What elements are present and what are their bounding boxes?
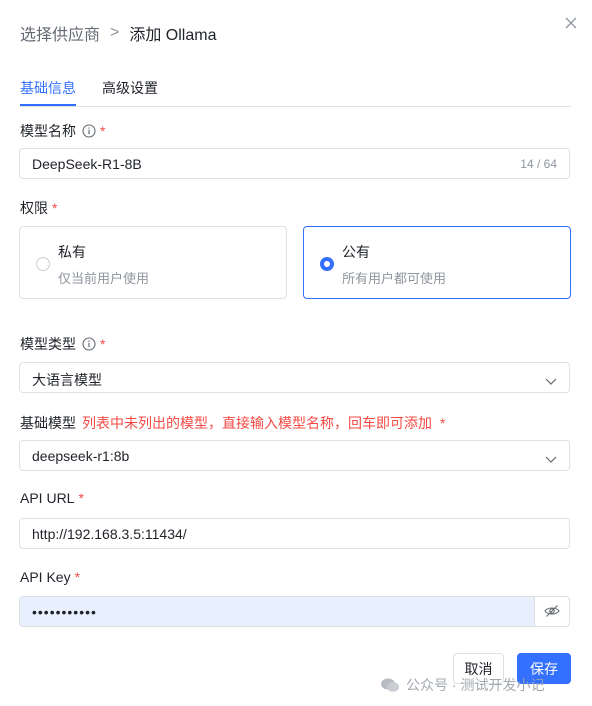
add-model-dialog: 选择供应商 > 添加 Ollama 基础信息 高级设置 模型名称 * DeepS… (0, 0, 592, 706)
permission-option-public[interactable]: 公有 所有用户都可使用 (303, 226, 571, 299)
chevron-down-icon[interactable] (545, 373, 557, 385)
api-key-input[interactable]: ••••••••••• (19, 596, 570, 627)
eye-off-icon[interactable] (534, 597, 569, 626)
required-mark: * (100, 123, 106, 139)
model-name-value[interactable]: DeepSeek-R1-8B (32, 156, 142, 172)
breadcrumb-separator: > (110, 24, 120, 41)
base-model-hint: 列表中未列出的模型，直接输入模型名称，回车即可添加 (82, 415, 432, 431)
api-url-value[interactable]: http://192.168.3.5:11434/ (32, 526, 187, 542)
base-model-label-text: 基础模型 (20, 415, 76, 431)
option-title: 公有 (342, 244, 370, 260)
info-icon[interactable] (82, 124, 96, 138)
chevron-down-icon[interactable] (545, 451, 557, 463)
radio-checked-icon[interactable] (320, 257, 334, 271)
api-url-label-text: API URL (20, 490, 75, 506)
option-description: 仅当前用户使用 (58, 271, 150, 286)
model-type-value: 大语言模型 (32, 372, 102, 388)
option-title: 私有 (58, 244, 86, 260)
radio-unchecked-icon[interactable] (36, 257, 50, 271)
base-model-value[interactable]: deepseek-r1:8b (32, 448, 129, 464)
wechat-icon (380, 677, 400, 693)
option-description: 所有用户都可使用 (342, 271, 447, 286)
api-url-input[interactable]: http://192.168.3.5:11434/ (19, 518, 570, 549)
model-name-label-text: 模型名称 (20, 123, 76, 139)
api-key-value[interactable]: ••••••••••• (32, 604, 97, 620)
required-mark: * (100, 336, 106, 352)
breadcrumb-select-provider[interactable]: 选择供应商 (20, 21, 100, 45)
model-name-label: 模型名称 * (20, 121, 105, 141)
watermark: 公众号 · 测试开发小记 (380, 675, 544, 695)
model-type-label: 模型类型 * (20, 334, 105, 354)
breadcrumb-current: 添加 Ollama (129, 27, 217, 44)
api-key-label-text: API Key (20, 569, 71, 585)
permission-option-private[interactable]: 私有 仅当前用户使用 (19, 226, 287, 299)
model-name-input[interactable]: DeepSeek-R1-8B 14 / 64 (19, 148, 570, 179)
watermark-text: 公众号 · 测试开发小记 (406, 677, 545, 693)
close-icon[interactable] (562, 14, 580, 32)
base-model-label: 基础模型 列表中未列出的模型，直接输入模型名称，回车即可添加 * (20, 413, 445, 433)
info-icon[interactable] (82, 337, 96, 351)
base-model-select[interactable]: deepseek-r1:8b (19, 440, 570, 471)
required-mark: * (78, 490, 84, 506)
permission-label: 权限 * (20, 198, 57, 218)
api-key-label: API Key * (20, 569, 80, 585)
api-url-label: API URL * (20, 490, 84, 506)
tab-basic-info[interactable]: 基础信息 (20, 78, 76, 106)
tab-advanced-settings[interactable]: 高级设置 (102, 78, 158, 98)
required-mark: * (74, 569, 81, 585)
required-mark: * (440, 415, 446, 431)
permission-label-text: 权限 (20, 200, 48, 216)
model-type-label-text: 模型类型 (20, 336, 76, 352)
required-mark: * (52, 200, 58, 216)
model-type-select[interactable]: 大语言模型 (19, 362, 570, 393)
tab-bar: 基础信息 高级设置 (20, 78, 571, 107)
model-name-counter: 14 / 64 (520, 157, 557, 171)
dialog-title: 选择供应商 > 添加 Ollama (20, 21, 217, 45)
